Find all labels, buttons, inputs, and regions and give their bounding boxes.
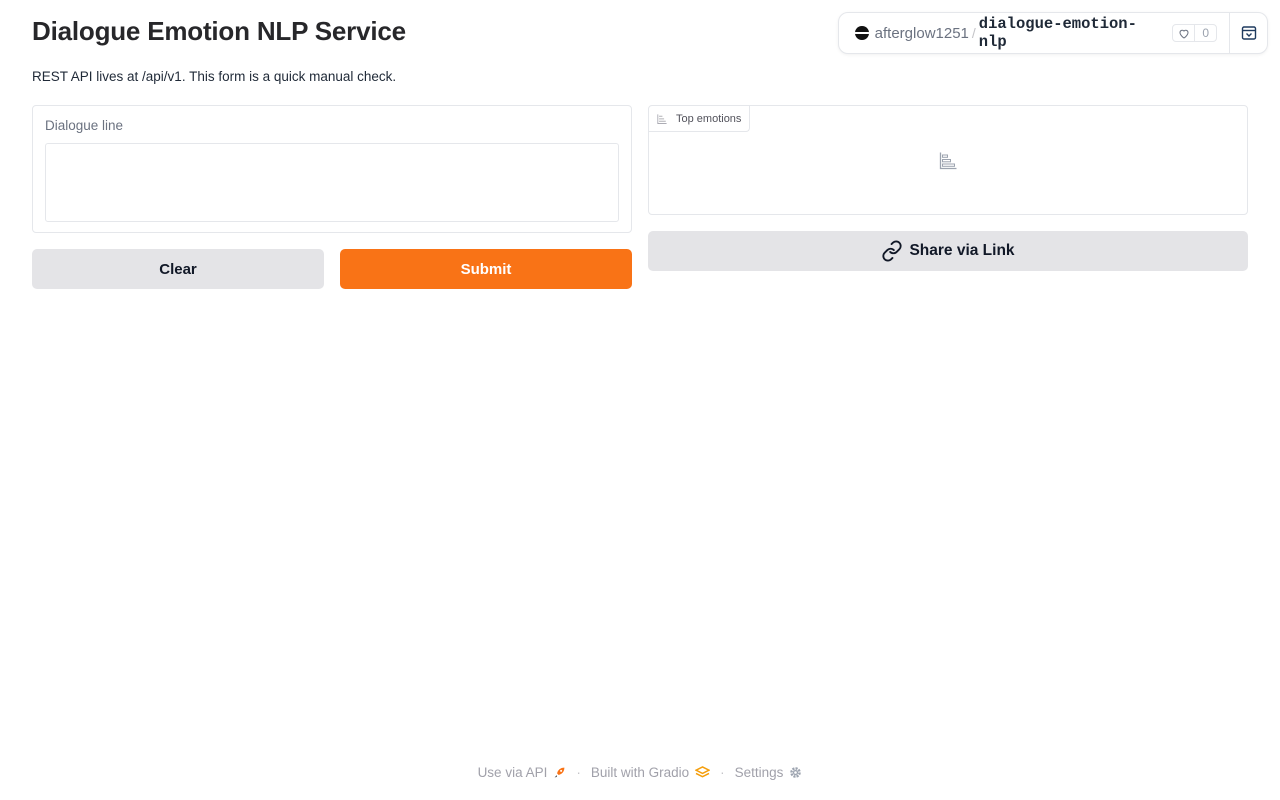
footer-separator: ·: [576, 765, 581, 780]
space-name-link[interactable]: dialogue-emotion-nlp: [979, 15, 1161, 51]
top-emotions-label: Top emotions: [676, 112, 742, 125]
dialogue-input-panel: Dialogue line: [32, 105, 632, 233]
gear-icon: [789, 766, 802, 779]
footer: Use via API · Built with Gradio · Settin…: [0, 765, 1280, 780]
like-count: 0: [1202, 26, 1209, 40]
space-owner-link[interactable]: afterglow1251: [875, 25, 969, 42]
space-separator: /: [971, 25, 976, 41]
share-via-link-button[interactable]: Share via Link: [648, 231, 1248, 271]
gradio-logo-icon: [695, 766, 711, 779]
built-with-gradio-label: Built with Gradio: [590, 765, 690, 780]
bar-chart-icon: [657, 113, 667, 124]
share-via-link-label: Share via Link: [909, 242, 1015, 259]
use-via-api-label: Use via API: [477, 765, 548, 780]
space-badge: afterglow1251 / dialogue-emotion-nlp 0: [838, 12, 1268, 54]
owner-avatar-icon: [855, 26, 869, 40]
embed-icon: [1241, 26, 1256, 40]
built-with-gradio-link[interactable]: Built with Gradio: [590, 765, 711, 780]
link-icon: [881, 240, 903, 262]
top-emotions-panel: Top emotions: [648, 105, 1248, 215]
use-via-api-link[interactable]: Use via API: [478, 765, 567, 780]
dialogue-input-label: Dialogue line: [45, 118, 124, 133]
rocket-icon: [553, 766, 566, 779]
dialogue-input[interactable]: [45, 143, 619, 222]
page-title: Dialogue Emotion NLP Service: [32, 16, 406, 46]
embed-button[interactable]: [1230, 13, 1267, 53]
submit-button[interactable]: Submit: [340, 249, 632, 289]
heart-icon: [1173, 25, 1196, 41]
empty-bar-chart-icon: [939, 152, 957, 175]
top-emotions-label-tag: Top emotions: [649, 106, 751, 132]
page-description: REST API lives at /api/v1. This form is …: [32, 69, 397, 84]
footer-separator: ·: [720, 765, 725, 780]
clear-button[interactable]: Clear: [32, 249, 324, 289]
like-button[interactable]: 0: [1172, 24, 1217, 42]
settings-label: Settings: [734, 765, 784, 780]
space-badge-main: afterglow1251 / dialogue-emotion-nlp 0: [839, 13, 1229, 53]
settings-link[interactable]: Settings: [735, 765, 803, 780]
